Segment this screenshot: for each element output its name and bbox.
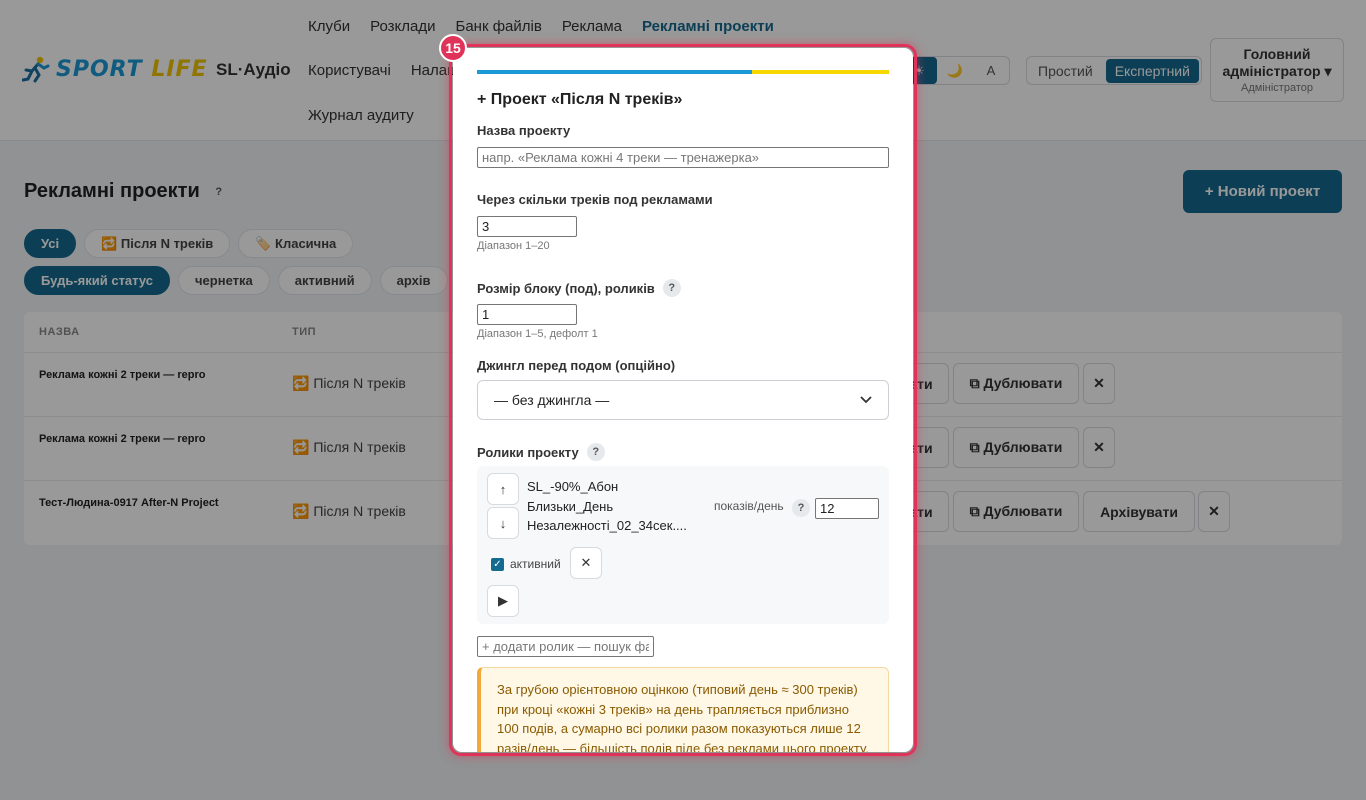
- move-up-button[interactable]: ↑: [487, 473, 519, 505]
- per-day-label: показів/день: [714, 499, 784, 513]
- per-day-help-icon[interactable]: ?: [792, 499, 810, 517]
- coverage-warning: За грубою орієнтовною оцінкою (типовий д…: [477, 667, 889, 752]
- project-name-label: Назва проекту: [477, 123, 571, 138]
- pod-size-label: Розмір блоку (под), роликів ?: [477, 279, 681, 297]
- clip-active-toggle[interactable]: ✓ активний: [491, 557, 561, 571]
- jingle-label: Джингл перед подом (опційно): [477, 358, 676, 373]
- pod-size-help-icon[interactable]: ?: [662, 279, 681, 297]
- every-n-hint: Діапазон 1–20: [477, 240, 550, 252]
- checkbox-checked-icon[interactable]: ✓: [491, 557, 504, 571]
- project-name-input[interactable]: [477, 147, 889, 168]
- clips-label: Ролики проекту ?: [477, 443, 605, 461]
- dialog-title: + Проект «Після N треків»: [477, 91, 683, 108]
- clip-name: SL_-90%_Абон Близьки_День Незалежності_0…: [527, 479, 687, 533]
- flag-stripe: [477, 70, 889, 74]
- jingle-select[interactable]: — без джингла —: [477, 380, 889, 420]
- every-n-input[interactable]: [477, 216, 577, 237]
- per-day-input[interactable]: [815, 498, 879, 519]
- every-n-label: Через скільки треків под рекламами: [477, 192, 713, 207]
- move-down-button[interactable]: ↓: [487, 507, 519, 539]
- add-clip-search-input[interactable]: [477, 636, 654, 657]
- step-badge: 15: [439, 34, 467, 62]
- remove-clip-button[interactable]: ✕: [570, 547, 602, 579]
- play-clip-button[interactable]: ▶: [487, 585, 519, 617]
- new-after-n-project-dialog: + Проект «Після N треків» Назва проекту …: [453, 48, 913, 752]
- chevron-down-icon: [860, 396, 872, 404]
- pod-size-hint: Діапазон 1–5, дефолт 1: [477, 328, 598, 340]
- clip-item: ↑ ↓ SL_-90%_Абон Близьки_День Незалежнос…: [477, 466, 889, 624]
- clips-help-icon[interactable]: ?: [586, 443, 605, 461]
- jingle-selected-value: — без джингла —: [494, 392, 610, 408]
- pod-size-input[interactable]: [477, 304, 577, 325]
